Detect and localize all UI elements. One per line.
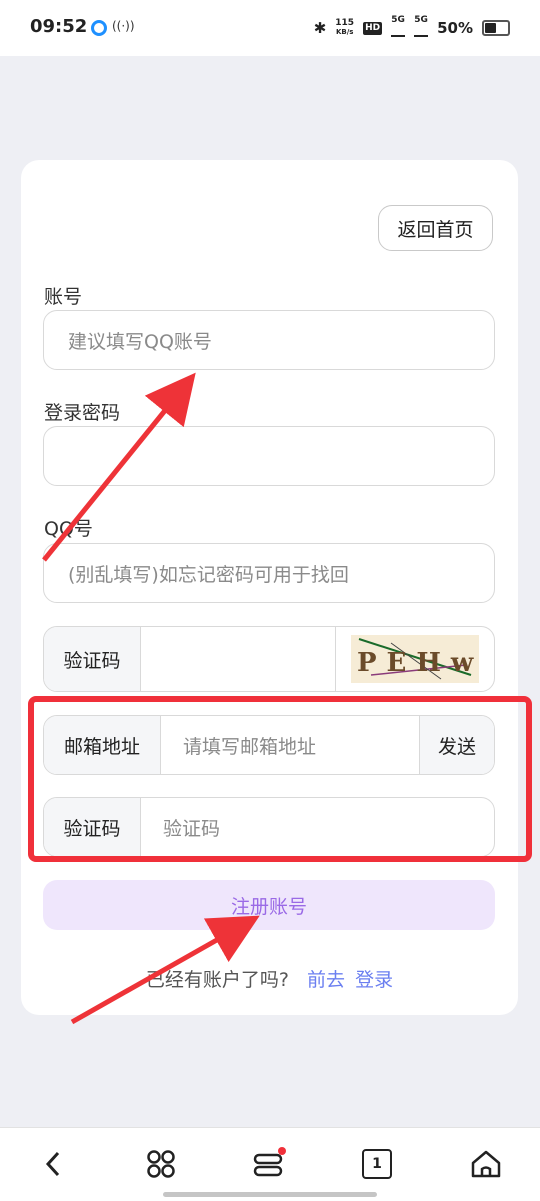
network-speed: 115 KB/s	[335, 18, 355, 37]
login-prompt-text: 已经有账户了吗?	[145, 969, 289, 991]
signal-icon-1: 5G	[391, 16, 406, 40]
status-bar: 09:52 ((·)) ✱ 115 KB/s HD 5G 5G 50%	[0, 0, 540, 56]
battery-percent: 50%	[437, 19, 473, 37]
tabs-icon[interactable]: 1	[355, 1142, 399, 1186]
login-prompt: 已经有账户了吗? 前去 登录	[21, 965, 518, 992]
home-icon[interactable]	[464, 1142, 508, 1186]
password-input[interactable]	[43, 426, 495, 486]
captcha-svg: PEHw	[351, 635, 479, 683]
signal-icon-2: 5G	[414, 16, 429, 40]
hd-icon: HD	[363, 21, 383, 35]
chevron-left-icon[interactable]	[32, 1142, 76, 1186]
login-link[interactable]: 登录	[355, 969, 393, 991]
battery-icon	[482, 20, 510, 36]
captcha-image[interactable]: PEHw	[335, 627, 494, 691]
register-button[interactable]: 注册账号	[43, 880, 495, 930]
captcha-label: 验证码	[44, 627, 141, 691]
status-icons: ✱ 115 KB/s HD 5G 5G 50%	[314, 16, 510, 40]
captcha-text: PEHw	[357, 648, 479, 678]
go-link[interactable]: 前去	[307, 969, 345, 991]
tabs-count: 1	[362, 1149, 392, 1179]
password-label: 登录密码	[44, 402, 121, 424]
qq-label: QQ号	[44, 518, 93, 540]
qq-placeholder: (别乱填写)如忘记密码可用于找回	[68, 563, 349, 586]
bluetooth-icon: ✱	[313, 19, 327, 37]
back-home-button[interactable]: 返回首页	[378, 205, 493, 251]
app-indicator-icon	[91, 20, 107, 36]
status-time: 09:52	[30, 16, 88, 37]
menu-bars-icon[interactable]	[247, 1142, 291, 1186]
account-placeholder: 建议填写QQ账号	[68, 330, 212, 353]
qq-input[interactable]: (别乱填写)如忘记密码可用于找回	[43, 543, 495, 603]
register-card: 返回首页 账号 建议填写QQ账号 登录密码 QQ号 (别乱填写)如忘记密码可用于…	[21, 160, 518, 1015]
browser-nav-bar: 1	[0, 1127, 540, 1201]
hotspot-icon: ((·))	[112, 19, 135, 33]
highlight-box	[28, 696, 532, 862]
captcha-input[interactable]	[141, 627, 335, 691]
account-input[interactable]: 建议填写QQ账号	[43, 310, 495, 370]
account-label: 账号	[44, 286, 83, 308]
home-indicator[interactable]	[163, 1192, 377, 1197]
captcha-group: 验证码 PEHw	[43, 626, 495, 692]
cloverleaf-icon[interactable]	[139, 1142, 183, 1186]
